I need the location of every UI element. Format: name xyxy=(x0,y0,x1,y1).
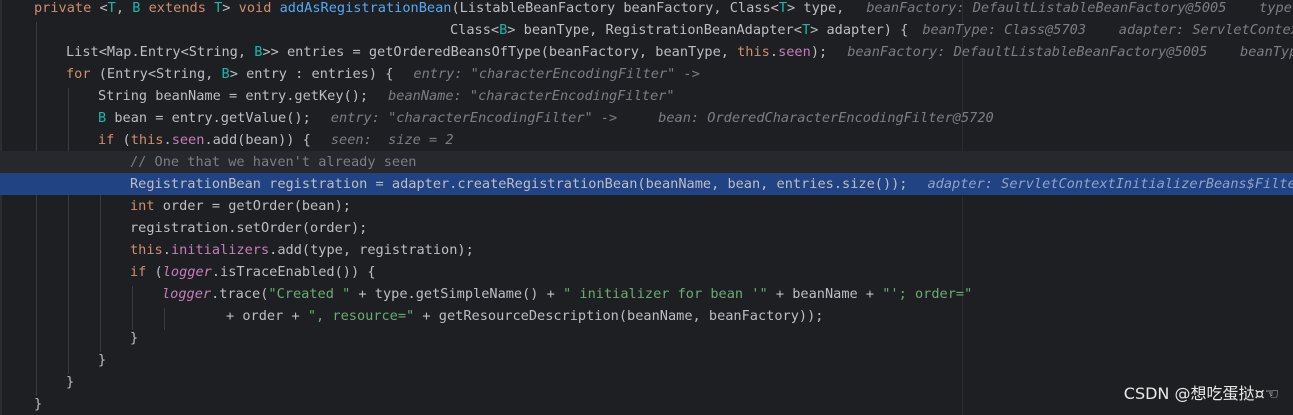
code-editor[interactable]: private <T, B extends T> void addAsRegis… xyxy=(0,0,1293,415)
code-line-5[interactable]: String beanName = entry.getKey(); beanNam… xyxy=(0,85,1293,107)
inline-debug-hint: adapter: ServletContextInitializerBeans$… xyxy=(927,176,1293,192)
code-token: this xyxy=(130,132,164,148)
code-token: List<Map.Entry<String, xyxy=(66,44,255,60)
code-token: . xyxy=(769,44,779,60)
code-string: "Created " xyxy=(268,286,351,302)
inline-debug-hint: beanName: "characterEncodingFilter" xyxy=(388,88,675,104)
code-line-17[interactable]: } xyxy=(0,349,1293,371)
code-token: > adapter) { xyxy=(810,22,909,38)
code-line-15[interactable]: + order + ", resource=" + getResourceDes… xyxy=(0,305,1293,327)
code-line-10[interactable]: int order = getOrder(bean); xyxy=(0,195,1293,217)
code-token: } xyxy=(130,330,139,346)
code-token: RegistrationBean registration = adapter.… xyxy=(130,176,908,192)
code-token: logger xyxy=(162,264,212,280)
code-token: for xyxy=(66,66,91,82)
code-line-7[interactable]: if (this.seen.add(bean)) { seen: size = 2 xyxy=(0,129,1293,151)
code-token: T xyxy=(801,22,811,38)
code-token: > beanType, RegistrationBeanAdapter< xyxy=(507,22,802,38)
code-token: + getResourceDescription(beanName, beanF… xyxy=(414,308,824,324)
code-token: ); xyxy=(810,44,828,60)
code-line-3[interactable]: List<Map.Entry<String, B>> entries = get… xyxy=(0,41,1293,63)
code-line-8[interactable]: // One that we haven't already seen xyxy=(0,151,1293,173)
code-token: T xyxy=(778,0,788,16)
inline-debug-hint: entry: "characterEncodingFilter" -> bean… xyxy=(330,110,994,126)
code-token: > entry : entries) { xyxy=(229,66,394,82)
code-token: if xyxy=(98,132,115,148)
code-line-14[interactable]: logger.trace("Created " + type.getSimple… xyxy=(0,283,1293,305)
code-token: .add(type, registration); xyxy=(269,242,474,258)
code-line-18[interactable]: } xyxy=(0,371,1293,393)
inline-debug-hint: beanFactory: DefaultListableBeanFactory@… xyxy=(847,44,1293,60)
code-token: , xyxy=(115,0,133,16)
code-token: + beanName + xyxy=(767,286,883,302)
code-token: } xyxy=(34,396,43,412)
code-token: registration.setOrder(order); xyxy=(130,220,368,236)
code-line-1[interactable]: private <T, B extends T> void addAsRegis… xyxy=(0,0,1293,19)
inline-debug-hint: beanFactory: DefaultListableBeanFactory@… xyxy=(866,0,1293,16)
code-line-11[interactable]: registration.setOrder(order); xyxy=(0,217,1293,239)
code-token: int xyxy=(130,198,155,214)
code-token: . xyxy=(162,242,171,258)
code-token: addAsRegistrationBean xyxy=(279,0,452,16)
code-token: .isTraceEnabled()) { xyxy=(211,264,376,280)
code-token: this xyxy=(130,242,163,258)
code-line-9-execution-point[interactable]: RegistrationBean registration = adapter.… xyxy=(0,173,1293,195)
code-line-19[interactable]: } xyxy=(0,393,1293,415)
code-token: . xyxy=(163,132,172,148)
code-token: seen xyxy=(778,44,811,60)
code-token: String beanName = entry.getKey(); xyxy=(98,88,369,104)
code-token: initializers xyxy=(170,242,270,258)
code-token: (Entry<String, xyxy=(90,66,222,82)
code-token: Class< xyxy=(450,22,500,38)
code-token: this xyxy=(737,44,770,60)
code-token: ( xyxy=(114,132,131,148)
code-token: (ListableBeanFactory beanFactory, Class< xyxy=(451,0,779,16)
code-token: > xyxy=(222,0,239,16)
code-token: ( xyxy=(146,264,163,280)
code-token: if xyxy=(130,264,147,280)
code-token: extends xyxy=(148,0,206,16)
code-token: B xyxy=(221,66,230,82)
code-line-6[interactable]: B bean = entry.getValue(); entry: "charac… xyxy=(0,107,1293,129)
code-string: "'; order=" xyxy=(882,286,973,302)
code-token: + type.getSimpleName() + xyxy=(350,286,564,302)
code-token: .add(bean)) { xyxy=(204,132,311,148)
inline-debug-hint: entry: "characterEncodingFilter" -> xyxy=(413,66,700,82)
code-token: T xyxy=(107,0,116,16)
code-token: .trace( xyxy=(211,286,269,302)
code-token: < xyxy=(91,0,108,16)
code-line-12[interactable]: this.initializers.add(type, registration… xyxy=(0,239,1293,261)
code-line-16[interactable]: } xyxy=(0,327,1293,349)
inline-debug-hint: beanType: Class@5703 adapter: ServletCon… xyxy=(922,22,1293,38)
code-line-4[interactable]: for (Entry<String, B> entry : entries) {… xyxy=(0,63,1293,85)
code-token: order = getOrder(bean); xyxy=(154,198,351,214)
code-comment: // One that we haven't already seen xyxy=(130,154,417,170)
code-token: > type, xyxy=(787,0,845,16)
inline-debug-hint: seen: size = 2 xyxy=(330,132,454,148)
csdn-watermark: CSDN @想吃蛋挞¤☜ xyxy=(1123,384,1279,403)
code-string: " initializer for bean '" xyxy=(563,286,768,302)
code-token: B xyxy=(98,110,107,126)
code-string: ", resource=" xyxy=(307,308,415,324)
code-token: } xyxy=(98,352,107,368)
code-token: bean = entry.getValue(); xyxy=(106,110,311,126)
code-token: void xyxy=(238,0,272,16)
code-token: } xyxy=(66,374,75,390)
code-token: >> entries = getOrderedBeansOfType(beanF… xyxy=(262,44,738,60)
code-token: + order + xyxy=(226,308,308,324)
code-line-2[interactable]: Class<B> beanType, RegistrationBeanAdapt… xyxy=(0,19,1293,41)
code-token: logger xyxy=(162,286,212,302)
code-line-13[interactable]: if (logger.isTraceEnabled()) { xyxy=(0,261,1293,283)
code-token: seen xyxy=(171,132,205,148)
code-token: private xyxy=(34,0,92,16)
